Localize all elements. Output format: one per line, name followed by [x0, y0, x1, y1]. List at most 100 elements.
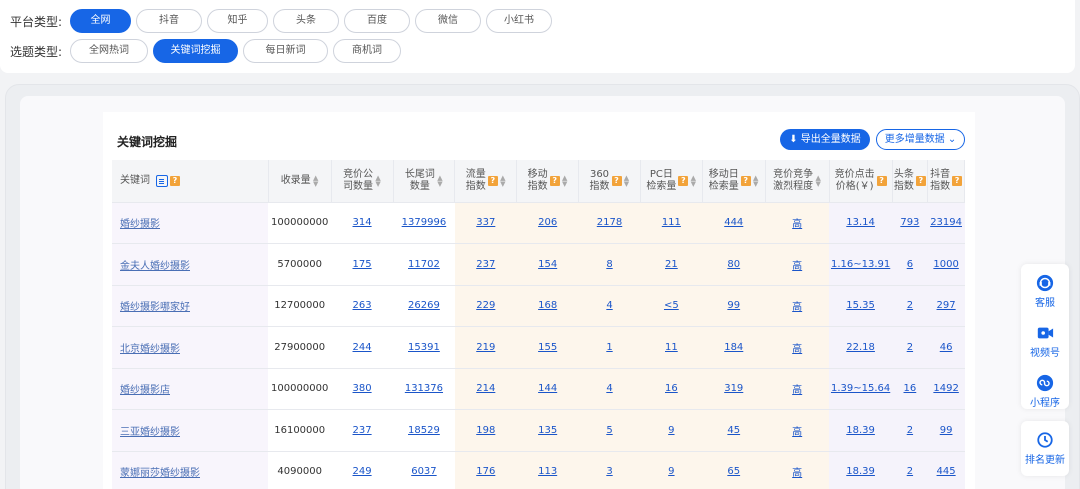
- toutiao-link[interactable]: 16: [904, 383, 917, 394]
- toutiao-link[interactable]: 2: [907, 342, 913, 353]
- sort-icon[interactable]: ▲ ▼: [815, 174, 821, 187]
- topic-pill-hot[interactable]: 全网热词: [70, 39, 148, 63]
- douyin-link[interactable]: 99: [940, 425, 953, 436]
- jingjia-link[interactable]: 237: [353, 425, 372, 436]
- compete-link[interactable]: 高: [792, 219, 802, 230]
- pc-link[interactable]: 16: [665, 383, 678, 394]
- help-icon[interactable]: ?: [952, 175, 963, 186]
- yidong-link[interactable]: 206: [538, 217, 557, 228]
- s360-link[interactable]: 3: [606, 466, 612, 477]
- click-link[interactable]: 15.35: [846, 300, 875, 311]
- compete-link[interactable]: 高: [792, 385, 802, 396]
- douyin-link[interactable]: 46: [940, 342, 953, 353]
- toutiao-link[interactable]: 793: [900, 217, 919, 228]
- topic-pill-keyword-mining[interactable]: 关键词挖掘: [153, 39, 238, 63]
- header-mobile[interactable]: 移动日 检索量? ▲ ▼: [702, 160, 766, 203]
- platform-pill-all[interactable]: 全网: [70, 9, 131, 33]
- header-douyin[interactable]: 抖音 指数?: [927, 160, 965, 203]
- sort-icon[interactable]: ▲ ▼: [313, 174, 319, 187]
- click-link[interactable]: 1.39~15.64: [831, 383, 890, 394]
- header-yidong[interactable]: 移动 指数? ▲ ▼: [516, 160, 580, 203]
- douyin-link[interactable]: 297: [937, 300, 956, 311]
- s360-link[interactable]: 4: [606, 383, 612, 394]
- copy-icon[interactable]: [156, 174, 168, 187]
- compete-link[interactable]: 高: [792, 468, 802, 479]
- s360-link[interactable]: 4: [606, 300, 612, 311]
- help-icon[interactable]: ?: [611, 175, 622, 186]
- changwei-link[interactable]: 15391: [408, 342, 440, 353]
- export-all-button[interactable]: ⬇ 导出全量数据: [780, 129, 870, 150]
- click-link[interactable]: 18.39: [846, 466, 875, 477]
- liuliang-link[interactable]: 237: [476, 259, 495, 270]
- pc-link[interactable]: 9: [668, 466, 674, 477]
- platform-pill-douyin[interactable]: 抖音: [136, 9, 202, 33]
- rank-update-button[interactable]: 排名更新: [1021, 431, 1069, 466]
- sort-icon[interactable]: ▲ ▼: [562, 174, 568, 187]
- sort-icon[interactable]: ▲ ▼: [753, 174, 759, 187]
- pc-link[interactable]: <5: [664, 300, 679, 311]
- click-link[interactable]: 1.16~13.91: [831, 259, 890, 270]
- topic-pill-daily-new[interactable]: 每日新词: [243, 39, 328, 63]
- yidong-link[interactable]: 135: [538, 425, 557, 436]
- more-data-button[interactable]: 更多增量数据 ⌄: [876, 129, 965, 150]
- help-icon[interactable]: ?: [876, 175, 887, 186]
- sort-icon[interactable]: ▲ ▼: [375, 174, 381, 187]
- topic-pill-business[interactable]: 商机词: [333, 39, 401, 63]
- changwei-link[interactable]: 6037: [411, 466, 436, 477]
- keyword-link[interactable]: 婚纱摄影店: [120, 385, 170, 396]
- liuliang-link[interactable]: 229: [476, 300, 495, 311]
- click-link[interactable]: 13.14: [846, 217, 875, 228]
- liuliang-link[interactable]: 219: [476, 342, 495, 353]
- mobile-link[interactable]: 319: [724, 383, 743, 394]
- video-account-button[interactable]: 视频号: [1021, 324, 1069, 359]
- liuliang-link[interactable]: 214: [476, 383, 495, 394]
- s360-link[interactable]: 1: [606, 342, 612, 353]
- header-shoulu[interactable]: 收录量 ▲ ▼: [268, 160, 332, 203]
- keyword-link[interactable]: 蒙娜丽莎婚纱摄影: [120, 468, 200, 479]
- header-click[interactable]: 竞价点击 价格(￥)?: [829, 160, 893, 203]
- jingjia-link[interactable]: 244: [353, 342, 372, 353]
- sort-icon[interactable]: ▲ ▼: [500, 174, 506, 187]
- pc-link[interactable]: 111: [662, 217, 681, 228]
- changwei-link[interactable]: 26269: [408, 300, 440, 311]
- compete-link[interactable]: 高: [792, 261, 802, 272]
- mobile-link[interactable]: 80: [727, 259, 740, 270]
- keyword-link[interactable]: 婚纱摄影: [120, 219, 160, 230]
- toutiao-link[interactable]: 6: [907, 259, 913, 270]
- s360-link[interactable]: 5: [606, 425, 612, 436]
- mini-program-button[interactable]: 小程序: [1021, 374, 1069, 409]
- changwei-link[interactable]: 18529: [408, 425, 440, 436]
- liuliang-link[interactable]: 176: [476, 466, 495, 477]
- yidong-link[interactable]: 144: [538, 383, 557, 394]
- liuliang-link[interactable]: 198: [476, 425, 495, 436]
- header-360[interactable]: 360 指数? ▲ ▼: [578, 160, 641, 203]
- douyin-link[interactable]: 23194: [930, 217, 962, 228]
- compete-link[interactable]: 高: [792, 344, 802, 355]
- sort-icon[interactable]: ▲ ▼: [624, 174, 630, 187]
- help-icon[interactable]: ?: [549, 175, 560, 186]
- keyword-link[interactable]: 婚纱摄影哪家好: [120, 302, 190, 313]
- mobile-link[interactable]: 65: [727, 466, 740, 477]
- header-jingjia[interactable]: 竞价公 司数量 ▲ ▼: [331, 160, 394, 203]
- compete-link[interactable]: 高: [792, 427, 802, 438]
- jingjia-link[interactable]: 175: [353, 259, 372, 270]
- platform-pill-zhihu[interactable]: 知乎: [207, 9, 268, 33]
- compete-link[interactable]: 高: [792, 302, 802, 313]
- help-icon[interactable]: ?: [170, 175, 180, 186]
- header-liuliang[interactable]: 流量 指数? ▲ ▼: [454, 160, 518, 203]
- pc-link[interactable]: 11: [665, 342, 678, 353]
- mobile-link[interactable]: 45: [727, 425, 740, 436]
- toutiao-link[interactable]: 2: [907, 425, 913, 436]
- keyword-link[interactable]: 金夫人婚纱摄影: [120, 261, 190, 272]
- mobile-link[interactable]: 444: [724, 217, 743, 228]
- platform-pill-baidu[interactable]: 百度: [344, 9, 410, 33]
- pc-link[interactable]: 21: [665, 259, 678, 270]
- changwei-link[interactable]: 11702: [408, 259, 440, 270]
- changwei-link[interactable]: 1379996: [402, 217, 447, 228]
- header-compete[interactable]: 竞价竞争 激烈程度 ▲ ▼: [765, 160, 830, 203]
- mobile-link[interactable]: 184: [724, 342, 743, 353]
- help-icon[interactable]: ?: [487, 175, 498, 186]
- changwei-link[interactable]: 131376: [405, 383, 443, 394]
- customer-service-button[interactable]: 客服: [1021, 274, 1069, 309]
- s360-link[interactable]: 8: [606, 259, 612, 270]
